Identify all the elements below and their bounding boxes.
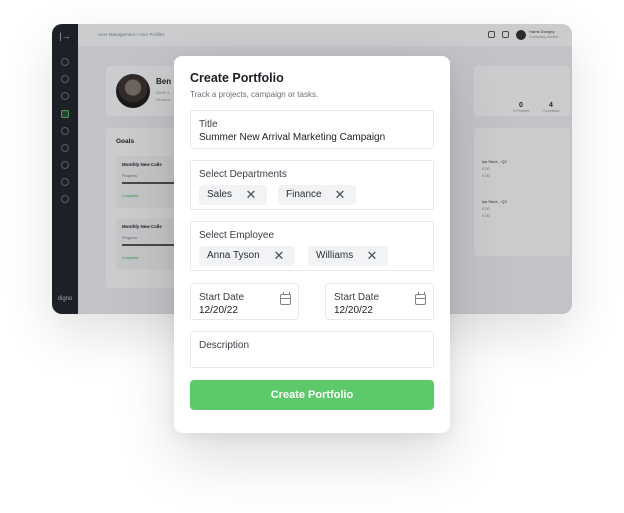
chip-label: Williams (316, 250, 354, 261)
start-date-field[interactable]: Start Date 12/20/22 (190, 283, 299, 320)
department-chip-finance: Finance ✕ (278, 185, 356, 205)
start-date-input[interactable]: 12/20/22 (334, 305, 373, 316)
chip-label: Sales (207, 189, 233, 200)
title-label: Title (199, 119, 218, 130)
create-portfolio-button[interactable]: Create Portfolio (190, 380, 434, 410)
remove-chip-icon[interactable]: ✕ (334, 185, 346, 205)
chip-label: Anna Tyson (207, 250, 260, 261)
employee-chip-anna-tyson: Anna Tyson ✕ (199, 246, 295, 266)
departments-label: Select Departments (199, 169, 287, 180)
description-field[interactable]: Description (190, 331, 434, 368)
department-chip-sales: Sales ✕ (199, 185, 267, 205)
description-label: Description (199, 340, 250, 351)
calendar-icon[interactable] (415, 292, 426, 305)
chip-label: Finance (286, 189, 322, 200)
remove-chip-icon[interactable]: ✕ (273, 246, 285, 266)
employee-label: Select Employee (199, 230, 275, 241)
employee-field[interactable]: Select Employee Anna Tyson ✕ Williams ✕ (190, 221, 434, 271)
dialog-title: Create Portfolio (190, 71, 284, 85)
employee-chip-williams: Williams ✕ (308, 246, 388, 266)
remove-chip-icon[interactable]: ✕ (245, 185, 257, 205)
title-field[interactable]: Title Summer New Arrival Marketing Campa… (190, 110, 434, 149)
start-date-label: Start Date (334, 292, 380, 303)
start-date-input[interactable]: 12/20/22 (199, 305, 238, 316)
start-date-field-2[interactable]: Start Date 12/20/22 (325, 283, 434, 320)
dialog-subtitle: Track a projects, campaign or tasks. (190, 90, 319, 99)
start-date-label: Start Date (199, 292, 245, 303)
remove-chip-icon[interactable]: ✕ (366, 246, 378, 266)
create-portfolio-dialog: Create Portfolio Track a projects, campa… (174, 56, 450, 433)
calendar-icon[interactable] (280, 292, 291, 305)
title-input[interactable]: Summer New Arrival Marketing Campaign (199, 132, 385, 143)
departments-field[interactable]: Select Departments Sales ✕ Finance ✕ (190, 160, 434, 210)
